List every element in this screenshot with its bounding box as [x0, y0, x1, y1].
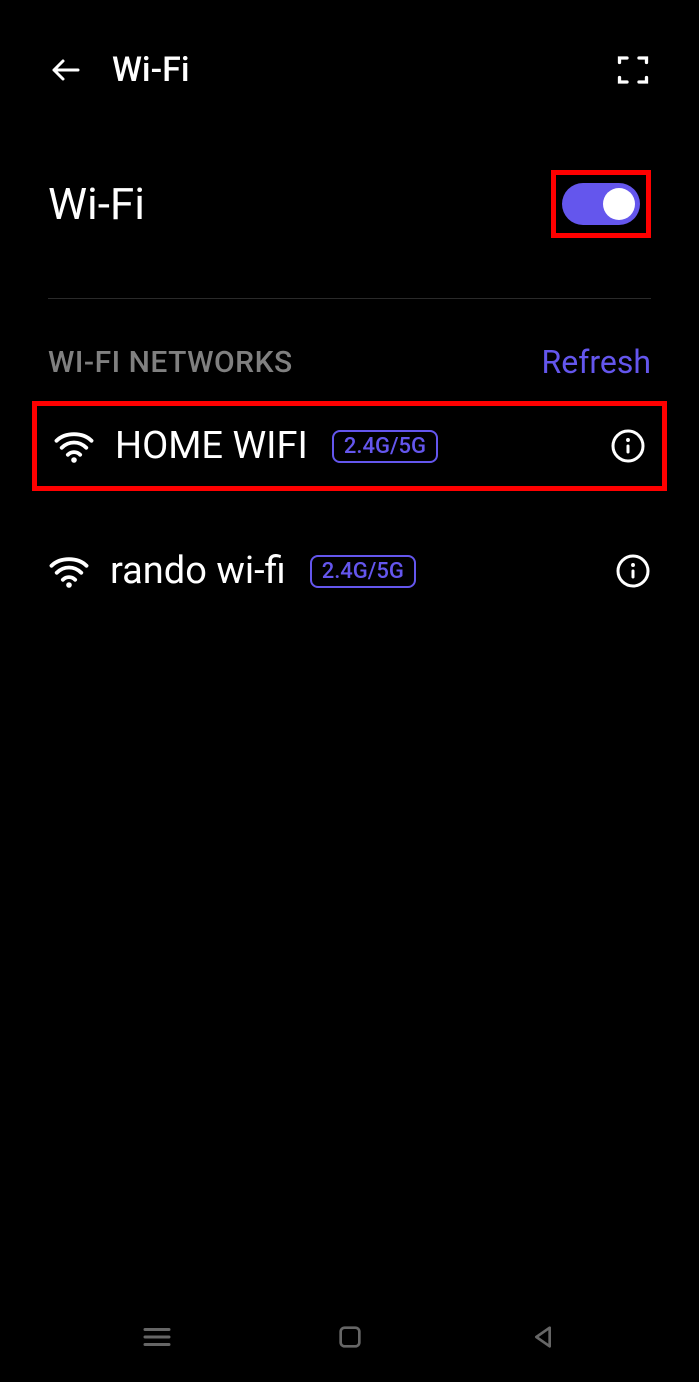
wifi-toggle-row: Wi-Fi: [0, 110, 699, 278]
nav-back-button[interactable]: [523, 1317, 563, 1357]
wifi-toggle-label: Wi-Fi: [48, 178, 145, 230]
network-name: HOME WIFI: [115, 424, 308, 468]
network-item-home-wifi[interactable]: HOME WIFI 2.4G/5G: [32, 401, 667, 491]
arrow-left-icon: [48, 52, 84, 88]
network-name: rando wi-fi: [110, 549, 286, 593]
toggle-highlight-box: [551, 170, 651, 238]
networks-header-label: WI-FI NETWORKS: [48, 345, 293, 380]
page-title: Wi-Fi: [112, 50, 190, 90]
nav-menu-button[interactable]: [137, 1317, 177, 1357]
scan-icon: [615, 52, 651, 88]
band-badge: 2.4G/5G: [332, 430, 438, 463]
nav-home-button[interactable]: [330, 1317, 370, 1357]
info-icon: [610, 428, 646, 464]
navigation-bar: [0, 1292, 699, 1382]
refresh-button[interactable]: Refresh: [542, 343, 651, 381]
header-left: Wi-Fi: [48, 50, 190, 90]
wifi-toggle[interactable]: [562, 183, 640, 225]
square-icon: [334, 1321, 366, 1353]
menu-icon: [139, 1319, 175, 1355]
band-badge: 2.4G/5G: [310, 555, 416, 588]
toggle-knob: [603, 188, 635, 220]
networks-section-header: WI-FI NETWORKS Refresh: [0, 299, 699, 401]
wifi-signal-icon: [53, 425, 95, 467]
info-icon: [615, 553, 651, 589]
network-item-rando-wifi[interactable]: rando wi-fi 2.4G/5G: [32, 531, 667, 611]
spacer: [0, 491, 699, 531]
back-button[interactable]: [48, 52, 84, 88]
network-info-button[interactable]: [610, 428, 646, 464]
wifi-signal-icon: [48, 550, 90, 592]
triangle-back-icon: [527, 1321, 559, 1353]
network-info-button[interactable]: [615, 553, 651, 589]
app-header: Wi-Fi: [0, 0, 699, 110]
scan-button[interactable]: [615, 52, 651, 88]
